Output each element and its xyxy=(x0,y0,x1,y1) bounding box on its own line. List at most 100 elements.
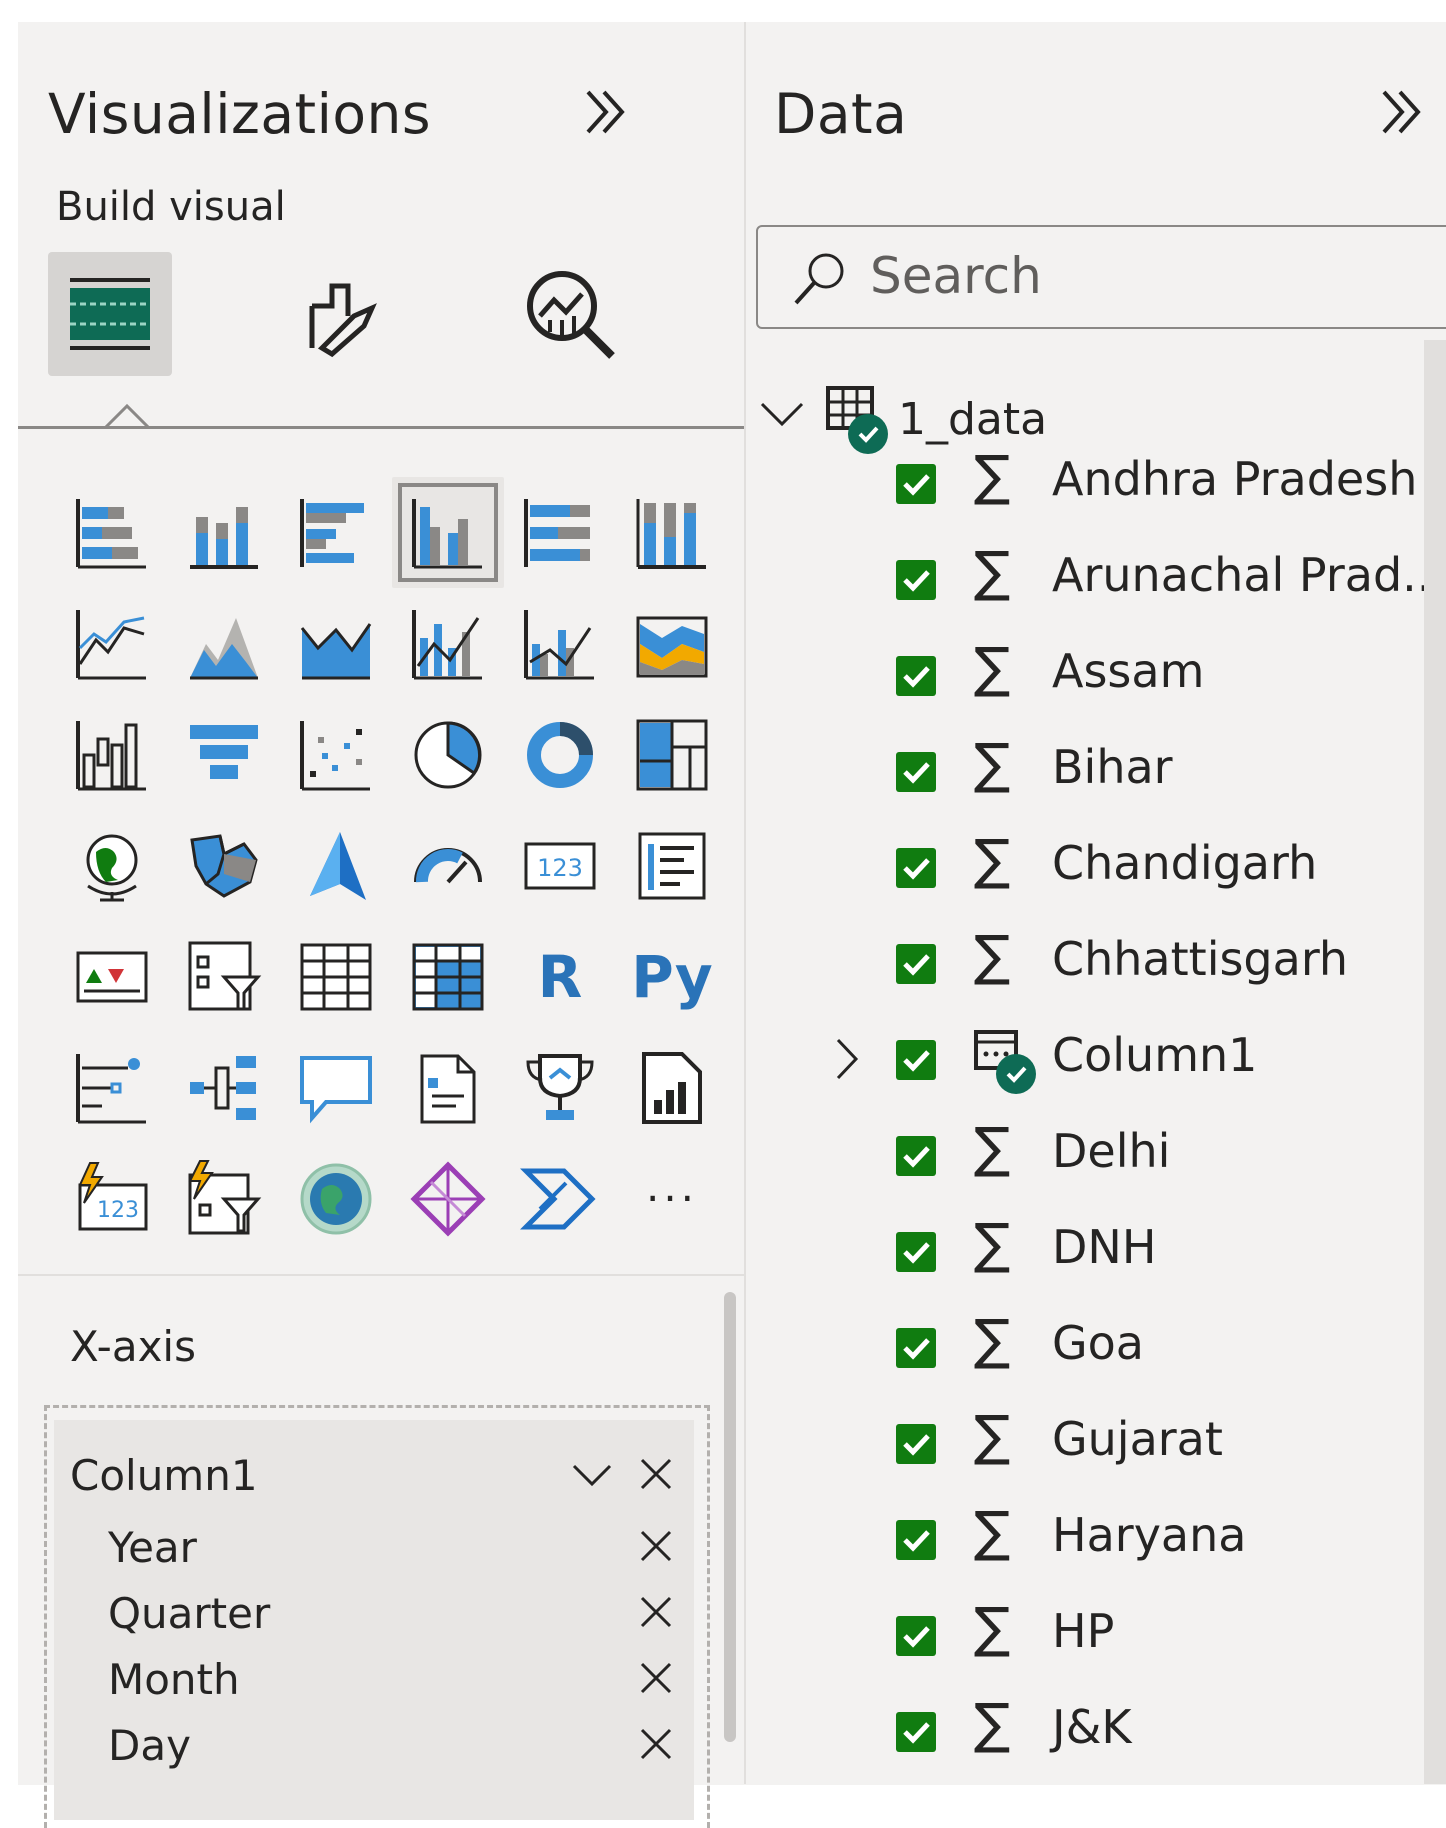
hierarchy-row-quarter[interactable]: Quarter xyxy=(54,1578,694,1648)
stacked-bar-chart-button[interactable] xyxy=(56,477,168,588)
paginated-report-button[interactable] xyxy=(616,1032,728,1143)
kpi-button[interactable] xyxy=(56,921,168,1032)
stacked-column-chart-button[interactable] xyxy=(168,477,280,588)
tab-build-visual[interactable] xyxy=(48,252,172,376)
hierarchy-row-month[interactable]: Month xyxy=(54,1644,694,1714)
100-stacked-column-chart-button[interactable] xyxy=(616,477,728,588)
search-box[interactable] xyxy=(756,225,1446,329)
clustered-bar-chart-button[interactable] xyxy=(280,477,392,588)
gauge-button[interactable] xyxy=(392,810,504,921)
clustered-column-chart-button[interactable] xyxy=(392,477,504,588)
metrics-button[interactable] xyxy=(504,1032,616,1143)
area-chart-button[interactable] xyxy=(168,588,280,699)
tab-analytics[interactable] xyxy=(508,252,632,376)
close-icon[interactable] xyxy=(634,1656,678,1700)
filled-map-button[interactable] xyxy=(168,810,280,921)
treemap-button[interactable] xyxy=(616,699,728,810)
close-icon[interactable] xyxy=(634,1590,678,1634)
100-stacked-bar-chart-button[interactable] xyxy=(504,477,616,588)
python-visual-icon: Py xyxy=(631,942,713,1011)
card-new-icon-text: 123 xyxy=(97,1198,139,1223)
stacked-column-chart-icon xyxy=(190,506,258,569)
collapse-data-icon[interactable] xyxy=(1374,82,1434,142)
field-row[interactable]: ∑ Haryana xyxy=(746,1490,1386,1586)
chevron-down-icon[interactable] xyxy=(570,1458,614,1492)
arcgis-map-button[interactable] xyxy=(280,1143,392,1254)
scatter-chart-button[interactable] xyxy=(280,699,392,810)
field-row[interactable]: ∑ Arunachal Prad... xyxy=(746,530,1446,626)
field-row[interactable]: ∑ Bihar xyxy=(746,722,1386,818)
checkbox-checked[interactable] xyxy=(896,1136,936,1176)
search-input[interactable] xyxy=(868,245,1432,307)
map-button[interactable] xyxy=(56,810,168,921)
checkbox-checked[interactable] xyxy=(896,1520,936,1560)
key-influencers-button[interactable] xyxy=(56,1032,168,1143)
checkbox-checked[interactable] xyxy=(896,1328,936,1368)
checkbox-checked[interactable] xyxy=(896,656,936,696)
field-row[interactable]: ∑ Delhi xyxy=(746,1106,1386,1202)
hierarchy-row-year[interactable]: Year xyxy=(54,1512,694,1582)
stacked-area-chart-button[interactable] xyxy=(280,588,392,699)
checkbox-checked[interactable] xyxy=(896,1424,936,1464)
chevron-down-icon[interactable] xyxy=(756,396,808,436)
collapse-visualizations-icon[interactable] xyxy=(578,82,638,142)
power-automate-button[interactable] xyxy=(504,1143,616,1254)
slicer-new-button[interactable] xyxy=(168,1143,280,1254)
chevron-right-icon[interactable] xyxy=(832,1036,862,1082)
line-and-stacked-column-button[interactable] xyxy=(392,588,504,699)
decomposition-tree-button[interactable] xyxy=(168,1032,280,1143)
checkbox-checked[interactable] xyxy=(896,560,936,600)
field-row-date-hierarchy[interactable]: Column1 xyxy=(746,1010,1386,1106)
hierarchy-level-label: Day xyxy=(108,1720,191,1770)
card-new-button[interactable]: 123 xyxy=(56,1143,168,1254)
smart-narrative-button[interactable] xyxy=(392,1032,504,1143)
x-axis-label: X-axis xyxy=(70,1322,196,1371)
funnel-button[interactable] xyxy=(168,699,280,810)
field-row[interactable]: ∑ DNH xyxy=(746,1202,1386,1298)
hierarchy-row-day[interactable]: Day xyxy=(54,1710,694,1780)
field-row[interactable]: ∑ J&K xyxy=(746,1682,1386,1778)
field-row[interactable]: ∑ HP xyxy=(746,1586,1386,1682)
ribbon-chart-button[interactable] xyxy=(616,588,728,699)
checkbox-checked[interactable] xyxy=(896,1616,936,1656)
field-row[interactable]: ∑ Assam xyxy=(746,626,1386,722)
slicer-button[interactable] xyxy=(168,921,280,1032)
field-row[interactable]: ∑ Andhra Pradesh xyxy=(746,434,1417,530)
azure-map-button[interactable] xyxy=(280,810,392,921)
multi-row-card-button[interactable] xyxy=(616,810,728,921)
close-icon[interactable] xyxy=(634,1452,678,1496)
card-button[interactable]: 123 xyxy=(504,810,616,921)
checkbox-checked[interactable] xyxy=(896,752,936,792)
python-visual-button[interactable]: Py xyxy=(616,921,728,1032)
data-pane-scrollbar[interactable] xyxy=(1424,340,1446,1784)
tab-format-visual[interactable] xyxy=(278,252,402,376)
checkbox-checked[interactable] xyxy=(896,1712,936,1752)
more-visuals-button[interactable]: ··· xyxy=(616,1143,728,1254)
checkbox-checked[interactable] xyxy=(896,944,936,984)
qa-button[interactable] xyxy=(280,1032,392,1143)
checkbox-checked[interactable] xyxy=(896,464,936,504)
power-apps-button[interactable] xyxy=(392,1143,504,1254)
field-row[interactable]: ∑ Chandigarh xyxy=(746,818,1386,914)
checkbox-checked[interactable] xyxy=(896,848,936,888)
close-icon[interactable] xyxy=(634,1722,678,1766)
waterfall-chart-button[interactable] xyxy=(56,699,168,810)
close-icon[interactable] xyxy=(634,1524,678,1568)
donut-chart-button[interactable] xyxy=(504,699,616,810)
pie-chart-button[interactable] xyxy=(392,699,504,810)
field-row[interactable]: ∑ Chhattisgarh xyxy=(746,914,1386,1010)
checkbox-checked[interactable] xyxy=(896,1040,936,1080)
r-script-visual-button[interactable]: R xyxy=(504,921,616,1032)
line-and-clustered-column-button[interactable] xyxy=(504,588,616,699)
field-row[interactable]: ∑ Gujarat xyxy=(746,1394,1386,1490)
field-row[interactable]: ∑ Goa xyxy=(746,1298,1386,1394)
field-row-column1[interactable]: Column1 xyxy=(54,1440,694,1510)
table-button[interactable] xyxy=(280,921,392,1032)
line-chart-button[interactable] xyxy=(56,588,168,699)
matrix-button[interactable] xyxy=(392,921,504,1032)
key-influencers-icon xyxy=(76,1053,146,1123)
checkbox-checked[interactable] xyxy=(896,1232,936,1272)
visualizations-scrollbar[interactable] xyxy=(724,1292,736,1742)
x-axis-field-card[interactable]: Column1 Year Quarter Month Day xyxy=(54,1420,694,1820)
sigma-icon: ∑ xyxy=(974,1596,1011,1659)
